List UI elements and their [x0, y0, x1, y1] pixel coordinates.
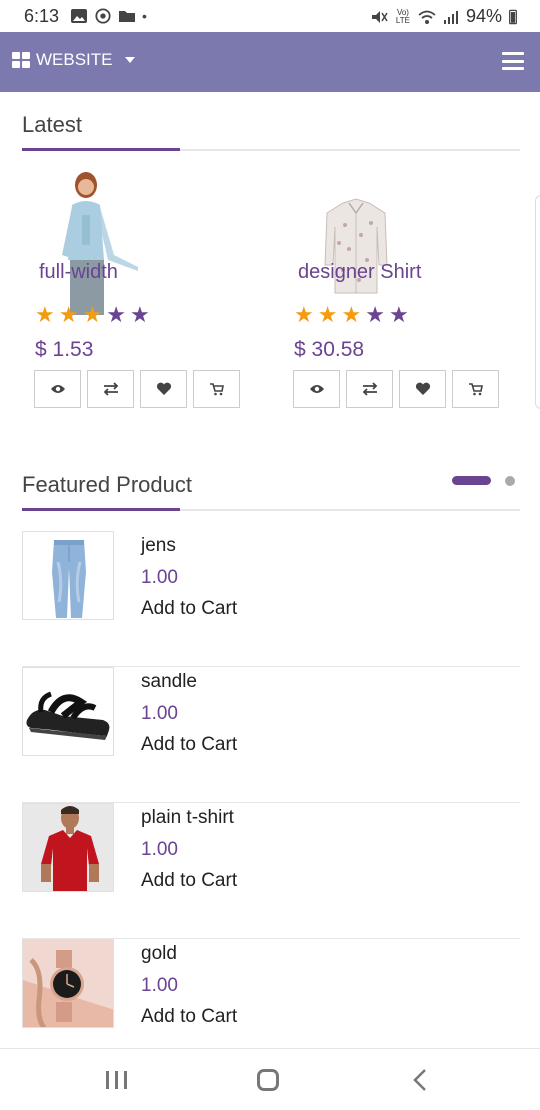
whatsapp-icon	[95, 8, 111, 24]
product-price: 1.00	[141, 975, 178, 996]
product-price: 1.00	[141, 567, 178, 588]
battery-icon	[509, 9, 517, 24]
rating-stars: ★ ★ ★ ★ ★	[294, 304, 409, 326]
featured-list-item[interactable]: jens 1.00 Add to Cart	[22, 531, 520, 667]
status-system-icons: Vo) LTE 94%	[370, 6, 518, 27]
rating-stars: ★ ★ ★ ★ ★	[35, 304, 150, 326]
quick-view-button[interactable]	[293, 370, 340, 408]
more-notifications-icon: •	[142, 8, 147, 24]
star-filled-icon: ★	[35, 302, 55, 327]
cart-icon	[209, 382, 224, 395]
wifi-icon	[418, 10, 436, 24]
hamburger-icon[interactable]	[502, 52, 524, 70]
featured-list-item[interactable]: plain t-shirt 1.00 Add to Cart	[22, 803, 520, 939]
heart-icon	[156, 382, 171, 395]
gallery-icon	[71, 9, 87, 23]
compare-icon	[362, 382, 377, 396]
network-label: Vo) LTE	[395, 7, 410, 25]
status-notification-icons: •	[70, 8, 147, 24]
website-label: WEBSITE	[36, 50, 113, 69]
add-to-cart-link[interactable]: Add to Cart	[141, 734, 237, 756]
star-empty-icon: ★	[106, 302, 126, 327]
latest-product-card[interactable]: designer Shirt ★ ★ ★ ★ ★ $ 30.58	[281, 165, 511, 415]
star-filled-icon: ★	[294, 302, 314, 327]
battery-percent: 94%	[465, 6, 502, 26]
back-icon[interactable]	[412, 1067, 428, 1093]
wishlist-button[interactable]	[140, 370, 187, 408]
product-thumbnail[interactable]	[22, 803, 114, 892]
product-image-shirt[interactable]	[301, 165, 411, 315]
star-filled-icon: ★	[341, 302, 362, 327]
website-dropdown[interactable]: WEBSITE	[12, 50, 135, 70]
jeans-image	[52, 540, 86, 618]
carousel-dot[interactable]	[505, 476, 515, 486]
mute-icon	[371, 10, 388, 23]
app-bar: WEBSITE	[0, 32, 540, 92]
add-to-cart-button[interactable]	[193, 370, 240, 408]
product-thumbnail[interactable]	[22, 939, 114, 1028]
compare-icon	[103, 382, 118, 396]
sandal-image	[26, 691, 110, 740]
next-card-peek[interactable]	[535, 195, 540, 409]
add-to-cart-link[interactable]: Add to Cart	[141, 870, 237, 892]
eye-icon	[50, 385, 65, 393]
product-name[interactable]: designer Shirt	[298, 261, 421, 284]
product-name[interactable]: sandle	[141, 671, 197, 693]
quick-view-button[interactable]	[34, 370, 81, 408]
product-name[interactable]: gold	[141, 943, 177, 965]
add-to-cart-link[interactable]: Add to Cart	[141, 598, 237, 620]
eye-icon	[309, 385, 324, 393]
compare-button[interactable]	[87, 370, 134, 408]
featured-title: Featured Product	[22, 472, 192, 497]
status-time: 6:13	[24, 6, 60, 26]
add-to-cart-button[interactable]	[452, 370, 499, 408]
latest-product-card[interactable]: full-width ★ ★ ★ ★ ★ $ 1.53	[22, 165, 252, 415]
home-icon[interactable]	[257, 1069, 279, 1091]
latest-divider	[22, 148, 520, 151]
wishlist-button[interactable]	[399, 370, 446, 408]
caret-down-icon	[124, 57, 135, 63]
tshirt-image	[23, 804, 113, 891]
product-name[interactable]: jens	[141, 535, 176, 557]
recent-apps-icon[interactable]	[106, 1071, 127, 1089]
product-thumbnail[interactable]	[22, 531, 114, 620]
add-to-cart-link[interactable]: Add to Cart	[141, 1006, 237, 1028]
product-actions	[293, 370, 499, 408]
product-name[interactable]: full-width	[39, 261, 118, 284]
heart-icon	[415, 382, 430, 395]
product-thumbnail[interactable]	[22, 667, 114, 756]
product-name[interactable]: plain t-shirt	[141, 807, 234, 829]
product-price: 1.00	[141, 839, 178, 860]
star-filled-icon: ★	[58, 302, 79, 327]
status-bar: 6:13 • Vo) LTE 94%	[0, 0, 540, 32]
carousel-dot-active[interactable]	[452, 476, 491, 485]
star-empty-icon: ★	[388, 302, 409, 327]
folder-icon	[119, 11, 135, 22]
featured-divider	[22, 508, 520, 511]
star-filled-icon: ★	[317, 302, 338, 327]
compare-button[interactable]	[346, 370, 393, 408]
latest-title: Latest	[22, 112, 82, 137]
product-price: $ 1.53	[35, 338, 94, 361]
grid-icon	[12, 52, 30, 68]
product-price: 1.00	[141, 703, 178, 724]
product-image-woman-top[interactable]	[42, 165, 152, 315]
cart-icon	[468, 382, 483, 395]
star-empty-icon: ★	[365, 302, 385, 327]
product-actions	[34, 370, 240, 408]
product-price: $ 30.58	[294, 338, 365, 361]
star-filled-icon: ★	[82, 302, 103, 327]
star-empty-icon: ★	[129, 302, 150, 327]
system-nav-bar	[0, 1048, 540, 1110]
signal-icon	[443, 10, 458, 24]
watch-image	[23, 940, 113, 1027]
featured-list-item[interactable]: sandle 1.00 Add to Cart	[22, 667, 520, 803]
